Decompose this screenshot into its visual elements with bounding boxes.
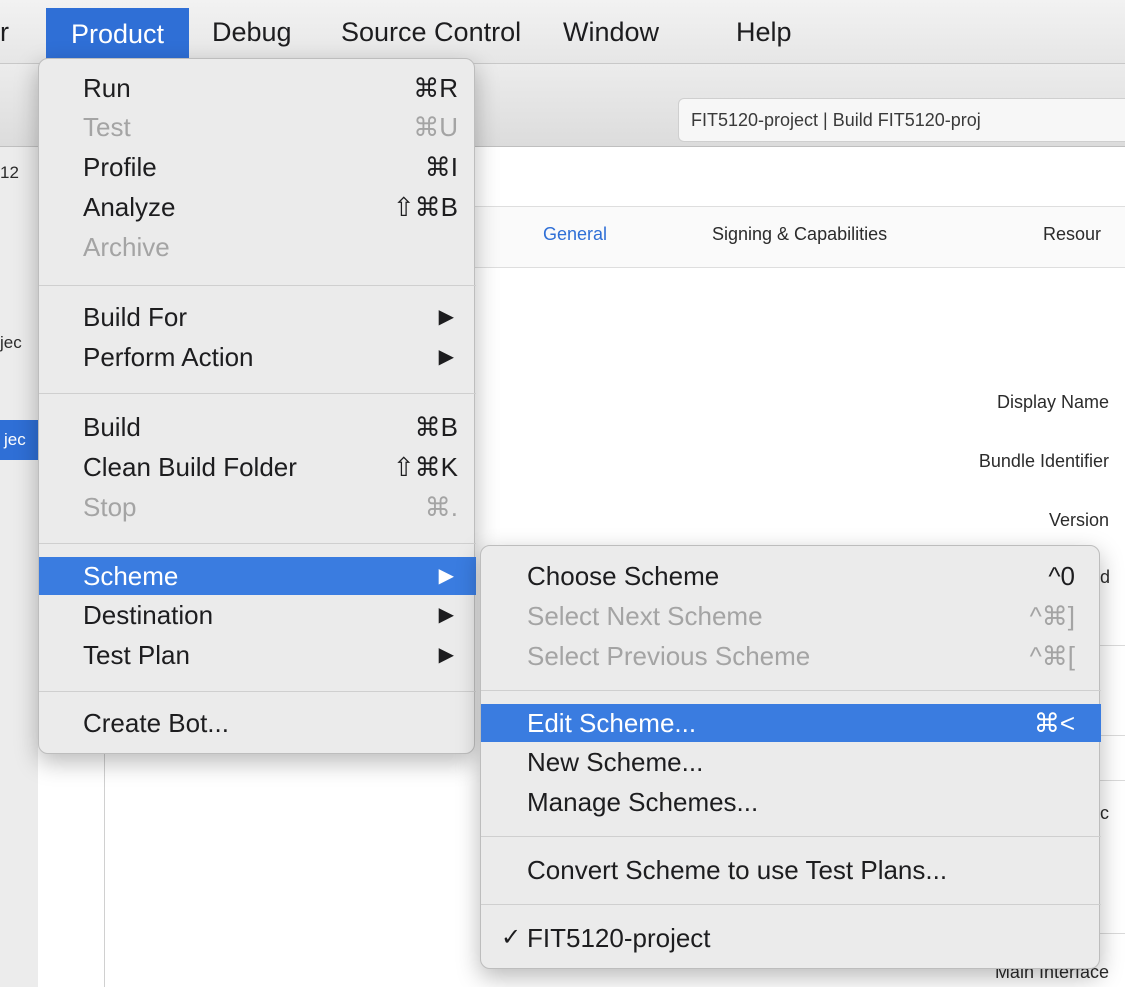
divider bbox=[1098, 780, 1125, 781]
menu-item-label: Choose Scheme bbox=[527, 561, 720, 591]
menu-item-perform-action[interactable]: Perform Action ▶ bbox=[39, 341, 476, 373]
submenu-arrow-icon: ▶ bbox=[438, 565, 454, 587]
menu-separator bbox=[39, 543, 476, 544]
menubar-item-debug[interactable]: Debug bbox=[212, 12, 292, 52]
menu-item-test[interactable]: Test ⌘U bbox=[39, 111, 476, 143]
field-label-fragment: c bbox=[1100, 803, 1109, 823]
menu-item-label: Perform Action bbox=[83, 342, 254, 372]
menu-item-create-bot[interactable]: Create Bot... bbox=[39, 707, 476, 739]
menu-item-new-scheme[interactable]: New Scheme... bbox=[481, 746, 1101, 778]
shortcut-label: ⌘I bbox=[424, 152, 458, 182]
shortcut-label: ^⌘[ bbox=[1029, 641, 1075, 671]
menu-item-analyze[interactable]: Analyze ⇧⌘B bbox=[39, 191, 476, 223]
menu-item-label: Convert Scheme to use Test Plans... bbox=[527, 855, 948, 885]
sidebar-selected-item[interactable]: jec bbox=[0, 420, 38, 460]
menu-separator bbox=[39, 393, 476, 394]
menu-separator bbox=[39, 285, 476, 286]
shortcut-label: ⇧⌘K bbox=[392, 452, 458, 482]
menu-item-label: Run bbox=[83, 73, 131, 103]
menu-item-clean-build-folder[interactable]: Clean Build Folder ⇧⌘K bbox=[39, 451, 476, 483]
menu-item-choose-scheme[interactable]: Choose Scheme ^0 bbox=[481, 560, 1101, 592]
menubar-item-help[interactable]: Help bbox=[736, 12, 792, 52]
shortcut-label: ^⌘] bbox=[1029, 601, 1075, 631]
menu-item-label: Stop bbox=[83, 492, 137, 522]
menu-item-label: Analyze bbox=[83, 192, 176, 222]
menu-separator bbox=[481, 836, 1101, 837]
menu-item-label: Select Previous Scheme bbox=[527, 641, 811, 671]
tab-signing-capabilities[interactable]: Signing & Capabilities bbox=[712, 224, 887, 245]
menu-item-label: Manage Schemes... bbox=[527, 787, 759, 817]
menubar-item-product[interactable]: Product bbox=[46, 8, 189, 60]
menu-item-convert-scheme[interactable]: Convert Scheme to use Test Plans... bbox=[481, 854, 1101, 886]
menubar-item-fragment[interactable]: r bbox=[0, 12, 9, 52]
shortcut-label: ⌘. bbox=[424, 492, 458, 522]
menu-item-build-for[interactable]: Build For ▶ bbox=[39, 301, 476, 333]
submenu-arrow-icon: ▶ bbox=[438, 306, 454, 328]
menu-item-label: Test bbox=[83, 112, 131, 142]
checkmark-icon: ✓ bbox=[501, 924, 522, 951]
menubar-item-window[interactable]: Window bbox=[563, 12, 659, 52]
menu-item-manage-schemes[interactable]: Manage Schemes... bbox=[481, 786, 1101, 818]
sidebar-fragment[interactable]: 12 bbox=[0, 163, 38, 183]
menu-item-edit-scheme[interactable]: Edit Scheme... ⌘< bbox=[481, 704, 1101, 742]
menu-item-scheme-fit5120-project[interactable]: ✓ FIT5120-project bbox=[481, 922, 1101, 954]
shortcut-label: ⌘U bbox=[413, 112, 458, 142]
version-label: Version bbox=[1048, 510, 1109, 530]
menu-item-select-next-scheme[interactable]: Select Next Scheme ^⌘] bbox=[481, 600, 1101, 632]
sidebar-selected-label: jec bbox=[4, 430, 26, 449]
navigator-sidebar bbox=[0, 147, 38, 987]
menu-item-label: Edit Scheme... bbox=[527, 708, 697, 738]
tab-general[interactable]: General bbox=[543, 224, 607, 245]
menu-item-label: Build bbox=[83, 412, 141, 442]
menu-item-label: Test Plan bbox=[83, 640, 190, 670]
menu-item-label: Profile bbox=[83, 152, 157, 182]
menu-item-label: Select Next Scheme bbox=[527, 601, 763, 631]
submenu-arrow-icon: ▶ bbox=[438, 604, 454, 626]
divider bbox=[1098, 735, 1125, 736]
field-label-fragment: d bbox=[1100, 567, 1111, 587]
shortcut-label: ⌘< bbox=[1033, 708, 1075, 738]
menu-item-label: Build For bbox=[83, 302, 188, 332]
activity-viewer: FIT5120-project | Build FIT5120-proj bbox=[678, 98, 1125, 142]
product-menu: Run ⌘R Test ⌘U Profile ⌘I Analyze ⇧⌘B Ar… bbox=[38, 58, 476, 754]
sidebar-fragment[interactable]: jec bbox=[0, 333, 38, 353]
menu-item-label: Destination bbox=[83, 600, 214, 630]
menu-item-label: FIT5120-project bbox=[527, 923, 711, 953]
menu-item-run[interactable]: Run ⌘R bbox=[39, 72, 476, 104]
menu-bar: r Product Debug Source Control Window He… bbox=[0, 0, 1125, 64]
menu-item-select-previous-scheme[interactable]: Select Previous Scheme ^⌘[ bbox=[481, 640, 1101, 672]
menu-item-build[interactable]: Build ⌘B bbox=[39, 411, 476, 443]
shortcut-label: ⇧⌘B bbox=[392, 192, 458, 222]
menu-item-label: New Scheme... bbox=[527, 747, 704, 777]
menu-item-label: Scheme bbox=[83, 561, 179, 591]
menu-item-profile[interactable]: Profile ⌘I bbox=[39, 151, 476, 183]
menu-item-stop[interactable]: Stop ⌘. bbox=[39, 491, 476, 523]
menu-item-test-plan[interactable]: Test Plan ▶ bbox=[39, 639, 476, 671]
menu-item-scheme[interactable]: Scheme ▶ bbox=[39, 557, 476, 595]
divider bbox=[1098, 933, 1125, 934]
submenu-arrow-icon: ▶ bbox=[438, 346, 454, 368]
divider bbox=[104, 745, 105, 987]
menubar-item-source-control[interactable]: Source Control bbox=[341, 12, 521, 52]
bundle-identifier-label: Bundle Identifier bbox=[978, 451, 1109, 471]
menu-item-destination[interactable]: Destination ▶ bbox=[39, 599, 476, 631]
menu-separator bbox=[481, 904, 1101, 905]
divider bbox=[1098, 645, 1125, 646]
display-name-label: Display Name bbox=[996, 392, 1109, 412]
menu-item-label: Archive bbox=[83, 232, 170, 262]
submenu-arrow-icon: ▶ bbox=[438, 644, 454, 666]
scheme-submenu: Choose Scheme ^0 Select Next Scheme ^⌘] … bbox=[480, 545, 1101, 969]
shortcut-label: ⌘B bbox=[414, 412, 458, 442]
shortcut-label: ⌘R bbox=[413, 73, 458, 103]
tab-resources[interactable]: Resour bbox=[1043, 224, 1101, 245]
shortcut-label: ^0 bbox=[1048, 561, 1075, 591]
menu-item-label: Clean Build Folder bbox=[83, 452, 297, 482]
menubar-item-label: Product bbox=[70, 19, 165, 49]
menu-separator bbox=[39, 691, 476, 692]
menu-item-archive[interactable]: Archive bbox=[39, 231, 476, 263]
menu-item-label: Create Bot... bbox=[83, 708, 229, 738]
menu-separator bbox=[481, 690, 1101, 691]
